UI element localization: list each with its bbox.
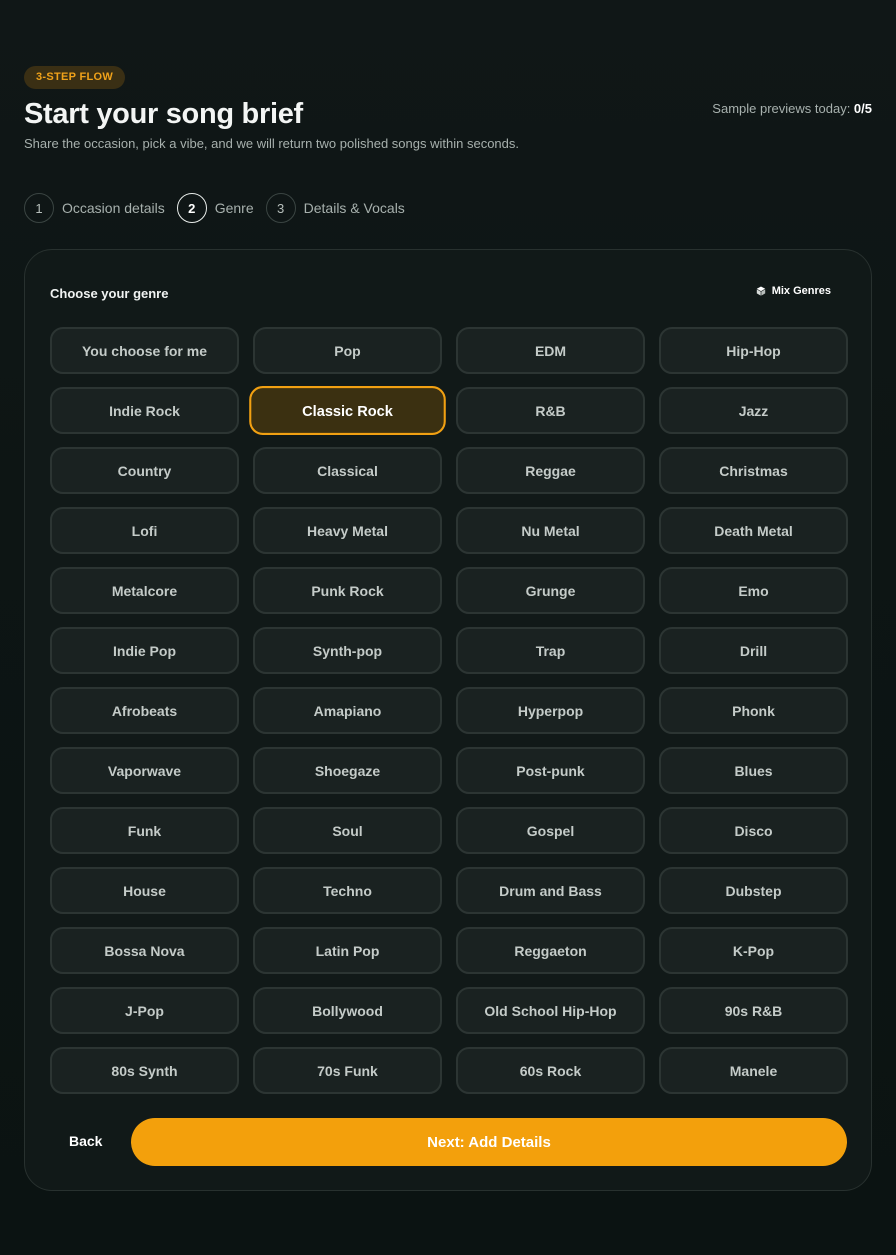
- page-subtitle: Share the occasion, pick a vibe, and we …: [24, 136, 519, 151]
- genre-option[interactable]: Post-punk: [456, 747, 645, 794]
- step-number: 3: [265, 193, 296, 223]
- back-button[interactable]: Back: [69, 1133, 102, 1149]
- genre-option[interactable]: Disco: [659, 807, 848, 854]
- cube-icon: [756, 286, 765, 296]
- genre-option[interactable]: Death Metal: [659, 507, 848, 554]
- genre-option[interactable]: Dubstep: [659, 867, 848, 914]
- genre-option[interactable]: Trap: [456, 627, 645, 674]
- genre-option[interactable]: Amapiano: [253, 687, 442, 734]
- genre-option[interactable]: Heavy Metal: [253, 507, 442, 554]
- genre-option[interactable]: Blues: [659, 747, 848, 794]
- step-occasion-details[interactable]: 1 Occasion details: [24, 193, 165, 223]
- genre-option[interactable]: Bossa Nova: [50, 927, 239, 974]
- genre-option[interactable]: Lofi: [50, 507, 239, 554]
- genre-option[interactable]: J-Pop: [50, 987, 239, 1034]
- flow-badge: 3-STEP FLOW: [24, 66, 126, 89]
- genre-option[interactable]: Grunge: [456, 567, 645, 614]
- page-title: Start your song brief: [24, 98, 303, 130]
- genre-option[interactable]: Emo: [659, 567, 848, 614]
- genre-option[interactable]: Christmas: [659, 447, 848, 494]
- genre-option[interactable]: Funk: [50, 807, 239, 854]
- next-add-details-button[interactable]: Next: Add Details: [131, 1118, 847, 1166]
- step-label: Genre: [214, 200, 254, 216]
- genre-option[interactable]: 70s Funk: [253, 1047, 442, 1094]
- genre-option[interactable]: Synth-pop: [253, 627, 442, 674]
- step-label: Details & Vocals: [303, 200, 405, 216]
- step-genre[interactable]: 2 Genre: [176, 193, 254, 223]
- genre-option[interactable]: Pop: [253, 327, 442, 374]
- step-details-vocals[interactable]: 3 Details & Vocals: [265, 193, 405, 223]
- genre-option[interactable]: Classic Rock: [249, 386, 446, 435]
- genre-option[interactable]: Indie Rock: [50, 387, 239, 434]
- genre-option[interactable]: Reggaeton: [456, 927, 645, 974]
- step-indicator: 1 Occasion details 2 Genre 3 Details & V…: [24, 193, 417, 223]
- genre-option[interactable]: Nu Metal: [456, 507, 645, 554]
- genre-option[interactable]: Techno: [253, 867, 442, 914]
- genre-option[interactable]: Old School Hip-Hop: [456, 987, 645, 1034]
- genre-option[interactable]: Jazz: [659, 387, 848, 434]
- genre-option[interactable]: House: [50, 867, 239, 914]
- genre-option[interactable]: Soul: [253, 807, 442, 854]
- genre-option[interactable]: EDM: [456, 327, 645, 374]
- genre-option[interactable]: Manele: [659, 1047, 848, 1094]
- panel-title: Choose your genre: [50, 286, 169, 301]
- step-number: 2: [176, 193, 207, 223]
- genre-option[interactable]: Hip-Hop: [659, 327, 848, 374]
- mix-genres-button[interactable]: Mix Genres: [756, 285, 831, 297]
- step-label: Occasion details: [62, 200, 165, 216]
- genre-option[interactable]: 80s Synth: [50, 1047, 239, 1094]
- step-number: 1: [24, 193, 54, 223]
- genre-option[interactable]: Drum and Bass: [456, 867, 645, 914]
- genre-option[interactable]: Classical: [253, 447, 442, 494]
- genre-option[interactable]: Afrobeats: [50, 687, 239, 734]
- genre-option[interactable]: Vaporwave: [50, 747, 239, 794]
- genre-option[interactable]: 60s Rock: [456, 1047, 645, 1094]
- previews-label: Sample previews today:: [712, 101, 854, 116]
- genre-option[interactable]: You choose for me: [50, 327, 239, 374]
- genre-option[interactable]: Drill: [659, 627, 848, 674]
- genre-option[interactable]: Bollywood: [253, 987, 442, 1034]
- previews-count: 0/5: [853, 101, 872, 116]
- genre-option[interactable]: Shoegaze: [253, 747, 442, 794]
- genre-grid: You choose for me Pop EDM Hip-Hop Indie Rock…: [50, 327, 848, 1094]
- genre-option[interactable]: Punk Rock: [253, 567, 442, 614]
- genre-option[interactable]: Phonk: [659, 687, 848, 734]
- genre-option[interactable]: Metalcore: [50, 567, 239, 614]
- genre-option[interactable]: Indie Pop: [50, 627, 239, 674]
- genre-option[interactable]: Latin Pop: [253, 927, 442, 974]
- genre-option[interactable]: 90s R&B: [659, 987, 848, 1034]
- genre-panel: Choose your genre Mix Genres You choose …: [24, 249, 872, 1191]
- genre-option[interactable]: K-Pop: [659, 927, 848, 974]
- genre-option[interactable]: Country: [50, 447, 239, 494]
- genre-option[interactable]: Reggae: [456, 447, 645, 494]
- sample-previews-counter: Sample previews today: 0/5: [712, 101, 872, 116]
- genre-option[interactable]: Hyperpop: [456, 687, 645, 734]
- mix-genres-label: Mix Genres: [771, 285, 831, 297]
- genre-option[interactable]: Gospel: [456, 807, 645, 854]
- genre-option[interactable]: R&B: [456, 387, 645, 434]
